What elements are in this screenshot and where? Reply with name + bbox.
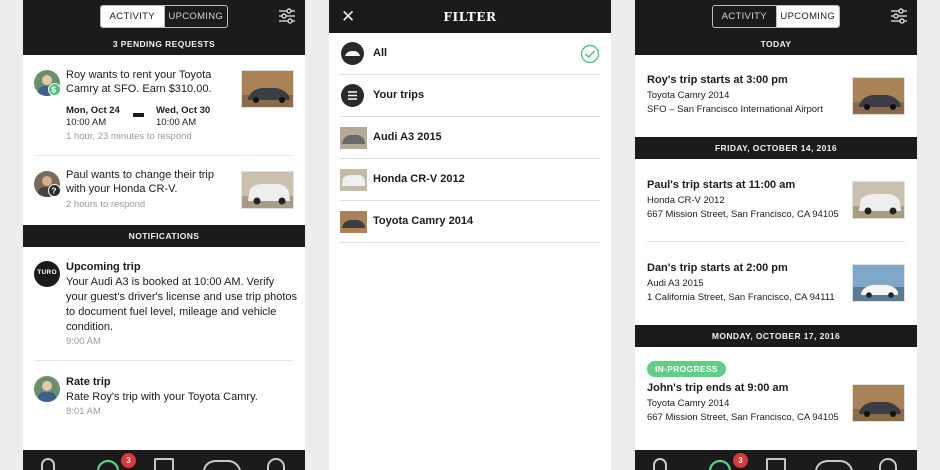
activity-tab-icon[interactable]: [96, 457, 120, 470]
car-thumbnail: [241, 70, 294, 108]
activity-tab-icon[interactable]: [708, 457, 732, 470]
request-text: Paul wants to change their trip with you…: [66, 169, 214, 195]
filter-item-honda[interactable]: Honda CR-V 2012: [340, 159, 600, 201]
request-item[interactable]: $ Roy wants to rent your Toyota Camry at…: [23, 55, 305, 155]
toyota-thumbnail: [340, 211, 367, 233]
car-thumbnail: [241, 171, 294, 209]
honda-thumbnail: [340, 169, 367, 191]
section-header-friday: FRIDAY, OCTOBER 14, 2016: [635, 137, 917, 159]
search-tab-icon[interactable]: [41, 458, 55, 470]
respond-time: 2 hours to respond: [66, 199, 146, 210]
notification-title: Rate trip: [66, 376, 111, 388]
section-header-today: TODAY: [635, 33, 917, 55]
list-circle-icon: [341, 84, 364, 107]
filter-item-audi[interactable]: Audi A3 2015: [340, 117, 600, 159]
notification-time: 8:01 AM: [66, 406, 101, 417]
dollar-badge-icon: $: [48, 83, 61, 96]
header-bar: ✕ FILTER: [329, 0, 611, 33]
notification-time: 9:00 AM: [66, 336, 101, 347]
profile-tab-icon[interactable]: [879, 458, 897, 470]
pending-requests-header: 3 PENDING REQUESTS: [23, 33, 305, 55]
filter-label: All: [373, 47, 388, 59]
svg-text:$: $: [51, 85, 56, 95]
request-item[interactable]: ? Paul wants to change their trip with y…: [23, 156, 305, 224]
search-tab-icon[interactable]: [653, 458, 667, 470]
notification-item[interactable]: TURO Upcoming trip Your Audi A3 is booke…: [23, 247, 305, 360]
notification-text: Rate Roy's trip with your Toyota Camry.: [66, 391, 258, 403]
filter-label: Audi A3 2015: [373, 131, 442, 143]
respond-time: 1 hour, 23 minutes to respond: [66, 131, 192, 142]
filter-item-toyota[interactable]: Toyota Camry 2014: [340, 201, 600, 243]
divider: [647, 241, 905, 242]
car-circle-icon: [341, 42, 364, 65]
tab-upcoming[interactable]: UPCOMING: [163, 6, 228, 27]
filter-sliders-icon[interactable]: [890, 7, 908, 25]
filter-label: Your trips: [373, 89, 425, 101]
filter-label: Toyota Camry 2014: [373, 215, 474, 227]
upcoming-screen: ACTIVITY UPCOMING TODAY Roy's trip start…: [635, 0, 917, 470]
section-header-monday: MONDAY, OCTOBER 17, 2016: [635, 325, 917, 347]
segmented-control: ACTIVITY UPCOMING: [100, 5, 228, 28]
header-bar: ACTIVITY UPCOMING: [635, 0, 917, 33]
activity-badge: 3: [121, 453, 136, 468]
turo-logo-text: TURO: [37, 269, 57, 276]
car-thumbnail: [852, 181, 905, 219]
car-thumbnail: [852, 384, 905, 422]
segmented-control: ACTIVITY UPCOMING: [712, 5, 840, 28]
question-badge-icon: ?: [48, 184, 61, 197]
status-badge: IN-PROGRESS: [647, 361, 726, 377]
end-date: Wed, Oct 30: [156, 105, 211, 116]
notifications-header: NOTIFICATIONS: [23, 225, 305, 247]
filter-sliders-icon[interactable]: [278, 7, 296, 25]
start-time: 10:00 AM: [66, 117, 107, 128]
activity-screen: ACTIVITY UPCOMING 3 PENDING REQUESTS $ R…: [23, 0, 305, 470]
car-thumbnail: [852, 264, 905, 302]
page-title: FILTER: [443, 10, 497, 24]
start-date: Mon, Oct 24: [66, 105, 120, 116]
avatar: [34, 376, 60, 402]
notification-title: Upcoming trip: [66, 261, 141, 273]
tab-activity[interactable]: ACTIVITY: [101, 6, 164, 27]
filter-label: Honda CR-V 2012: [373, 173, 465, 185]
request-text: Roy wants to rent your Toyota Camry at S…: [66, 69, 212, 95]
turo-logo: TURO: [34, 261, 60, 287]
audi-thumbnail: [340, 127, 367, 149]
bottom-tab-bar: 3: [635, 450, 917, 470]
header-bar: ACTIVITY UPCOMING: [23, 0, 305, 33]
activity-badge: 3: [733, 453, 748, 468]
date-range-arrow-icon: [133, 113, 144, 117]
filter-screen: ✕ FILTER All Your trips Audi A3 2015 Hon…: [329, 0, 611, 470]
messages-tab-icon[interactable]: [766, 458, 786, 470]
tab-activity[interactable]: ACTIVITY: [713, 6, 776, 27]
car-tab-icon[interactable]: [203, 459, 241, 470]
bottom-tab-bar: 3: [23, 450, 305, 470]
car-thumbnail: [852, 77, 905, 115]
filter-item-your-trips[interactable]: Your trips: [340, 75, 600, 117]
svg-text:?: ?: [51, 186, 56, 196]
notification-item[interactable]: Rate trip Rate Roy's trip with your Toyo…: [23, 361, 305, 429]
messages-tab-icon[interactable]: [154, 458, 174, 470]
profile-tab-icon[interactable]: [267, 458, 285, 470]
filter-item-all[interactable]: All: [340, 33, 600, 75]
tab-upcoming[interactable]: UPCOMING: [775, 6, 839, 27]
notification-text: Your Audi A3 is booked at 10:00 AM. Veri…: [66, 276, 298, 333]
end-time: 10:00 AM: [156, 117, 197, 128]
car-tab-icon[interactable]: [815, 459, 853, 470]
checkmark-icon: [580, 44, 600, 64]
